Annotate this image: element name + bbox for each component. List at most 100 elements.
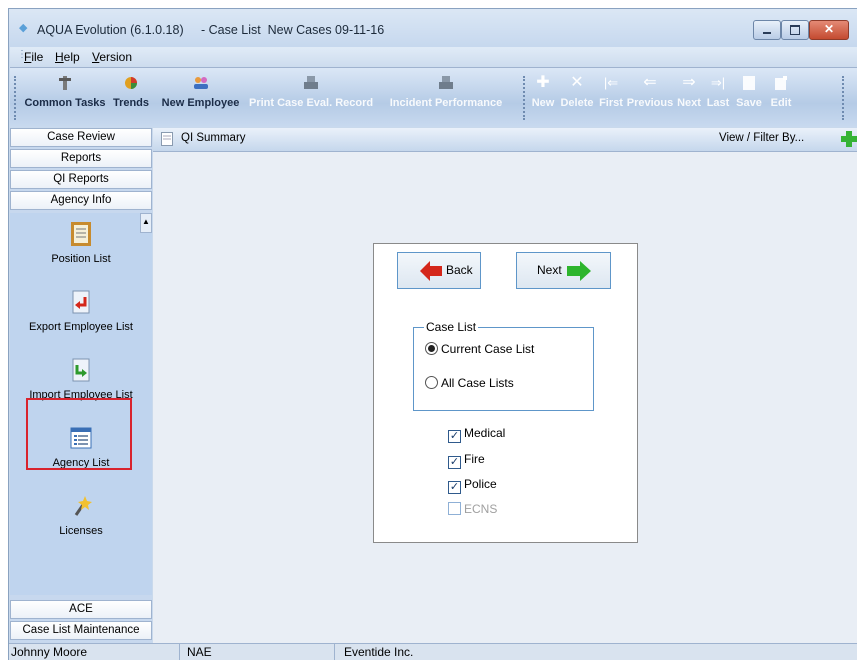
export-employee-list-label: Export Employee List — [29, 321, 133, 333]
back-button[interactable]: Back — [397, 252, 481, 289]
nav-tab-qi-reports[interactable]: QI Reports — [10, 170, 152, 189]
case-list-wizard: Back Next Case List Current Case List Al… — [373, 243, 638, 543]
first-button[interactable]: |⇐ First — [597, 73, 625, 123]
view-filter-button[interactable]: View / Filter By... — [719, 132, 804, 144]
radio-all-case-lists[interactable]: All Case Lists — [425, 376, 514, 390]
print-icon — [304, 76, 318, 89]
nav-item-export-employee-list[interactable]: Export Employee List — [10, 289, 152, 333]
nav-tab-case-list-maintenance[interactable]: Case List Maintenance — [10, 621, 152, 640]
people-icon — [193, 77, 208, 89]
fire-label: Fire — [464, 452, 485, 466]
save-label: Save — [736, 97, 762, 109]
import-icon — [72, 358, 90, 382]
status-code: NAE — [187, 645, 212, 659]
police-label: Police — [464, 477, 497, 491]
nav-tab-case-review[interactable]: Case Review — [10, 128, 152, 147]
edit-icon — [775, 76, 787, 90]
licenses-label: Licenses — [59, 525, 103, 537]
arrow-right-icon — [567, 261, 591, 281]
last-label: Last — [706, 97, 730, 109]
trends-button[interactable]: Trends — [110, 73, 152, 123]
status-company: Eventide Inc. — [344, 645, 414, 659]
first-label: First — [599, 97, 623, 109]
new-button[interactable]: ✚ New — [529, 73, 557, 123]
new-employee-button[interactable]: New Employee — [153, 73, 248, 123]
common-tasks-button[interactable]: Common Tasks — [21, 73, 109, 123]
previous-button[interactable]: ⇐ Previous — [626, 73, 674, 123]
radio-current-case-list[interactable]: Current Case List — [425, 342, 534, 356]
new-label: New — [531, 97, 555, 109]
arrow-left-icon — [420, 261, 442, 281]
arrow-left-icon: ⇐ — [643, 74, 657, 91]
tools-icon — [59, 76, 71, 90]
window-title: AQUA Evolution (6.1.0.18) - Case List Ne… — [37, 23, 385, 37]
add-plus-icon[interactable] — [840, 130, 857, 148]
status-separator — [334, 644, 335, 660]
magic-wand-icon — [74, 496, 92, 516]
checkbox-unchecked-icon — [448, 502, 461, 515]
last-button[interactable]: ⇒| Last — [704, 73, 732, 123]
checkbox-checked-icon: ✓ — [448, 456, 461, 469]
trends-icon — [125, 77, 137, 89]
case-list-group: Case List Current Case List All Case Lis… — [413, 320, 594, 411]
next-button[interactable]: Next — [516, 252, 611, 289]
export-icon — [72, 290, 90, 314]
checkbox-fire[interactable]: ✓ Fire — [448, 452, 485, 469]
minimize-button[interactable] — [753, 20, 781, 40]
close-icon: ✕ — [824, 22, 835, 36]
menu-bar: ⋮ File Help Version — [10, 47, 857, 68]
save-button[interactable]: Save — [733, 73, 765, 123]
nav-tab-ace[interactable]: ACE — [10, 600, 152, 619]
nav-tab-reports[interactable]: Reports — [10, 149, 152, 168]
edit-label: Edit — [770, 97, 792, 109]
print-case-label: Print Case Eval. Record — [249, 97, 374, 109]
nav-item-import-employee-list[interactable]: Import Employee List — [10, 357, 152, 401]
arrow-right-icon: ⇒ — [682, 74, 696, 91]
nav-item-licenses[interactable]: Licenses — [10, 493, 152, 537]
nav-item-position-list[interactable]: Position List — [10, 221, 152, 265]
print-case-eval-button[interactable]: Print Case Eval. Record — [249, 73, 373, 123]
content-header: QI Summary View / Filter By... — [153, 128, 857, 152]
app-icon: ◆ — [19, 22, 28, 34]
incident-performance-label: Incident Performance — [389, 97, 503, 109]
position-list-label: Position List — [51, 253, 111, 265]
checkbox-medical[interactable]: ✓ Medical — [448, 426, 505, 443]
toolbar: Common Tasks Trends New Employee Print C… — [10, 68, 857, 127]
menu-version[interactable]: Version — [92, 50, 132, 64]
status-separator — [179, 644, 180, 660]
next-button[interactable]: ⇒ Next — [675, 73, 703, 123]
left-navigation: Case Review Reports QI Reports Agency In… — [10, 128, 152, 658]
nav-tab-agency-info[interactable]: Agency Info — [10, 191, 152, 210]
checkbox-checked-icon: ✓ — [448, 430, 461, 443]
case-list-group-title: Case List — [424, 320, 479, 334]
previous-label: Previous — [626, 97, 674, 109]
print-icon — [439, 76, 453, 89]
next-label: Next — [537, 263, 562, 277]
last-icon: ⇒| — [710, 75, 726, 90]
first-icon: |⇐ — [603, 75, 619, 90]
maximize-button[interactable] — [781, 20, 809, 40]
save-icon — [743, 76, 755, 90]
radio-selected-icon — [425, 342, 438, 355]
common-tasks-label: Common Tasks — [24, 97, 106, 109]
plus-icon: ✚ — [536, 74, 550, 91]
menu-file[interactable]: File — [24, 50, 43, 64]
edit-button[interactable]: Edit — [766, 73, 796, 123]
book-icon — [71, 222, 91, 246]
toolbar-grip[interactable] — [842, 76, 847, 120]
toolbar-grip[interactable] — [523, 76, 528, 120]
new-employee-label: New Employee — [161, 97, 240, 109]
status-bar: Johnny Moore NAE Eventide Inc. — [9, 643, 857, 660]
delete-button[interactable]: ✕ Delete — [558, 73, 596, 123]
delete-label: Delete — [560, 97, 594, 109]
trends-label: Trends — [112, 97, 150, 109]
menu-help[interactable]: Help — [55, 50, 80, 64]
close-button[interactable]: ✕ — [809, 20, 849, 40]
radio-current-label: Current Case List — [441, 342, 535, 356]
toolbar-grip[interactable] — [14, 76, 19, 120]
delete-icon: ✕ — [570, 74, 584, 91]
back-label: Back — [446, 263, 473, 277]
highlight-box — [26, 398, 132, 470]
checkbox-police[interactable]: ✓ Police — [448, 477, 497, 494]
incident-performance-button[interactable]: Incident Performance — [374, 73, 518, 123]
